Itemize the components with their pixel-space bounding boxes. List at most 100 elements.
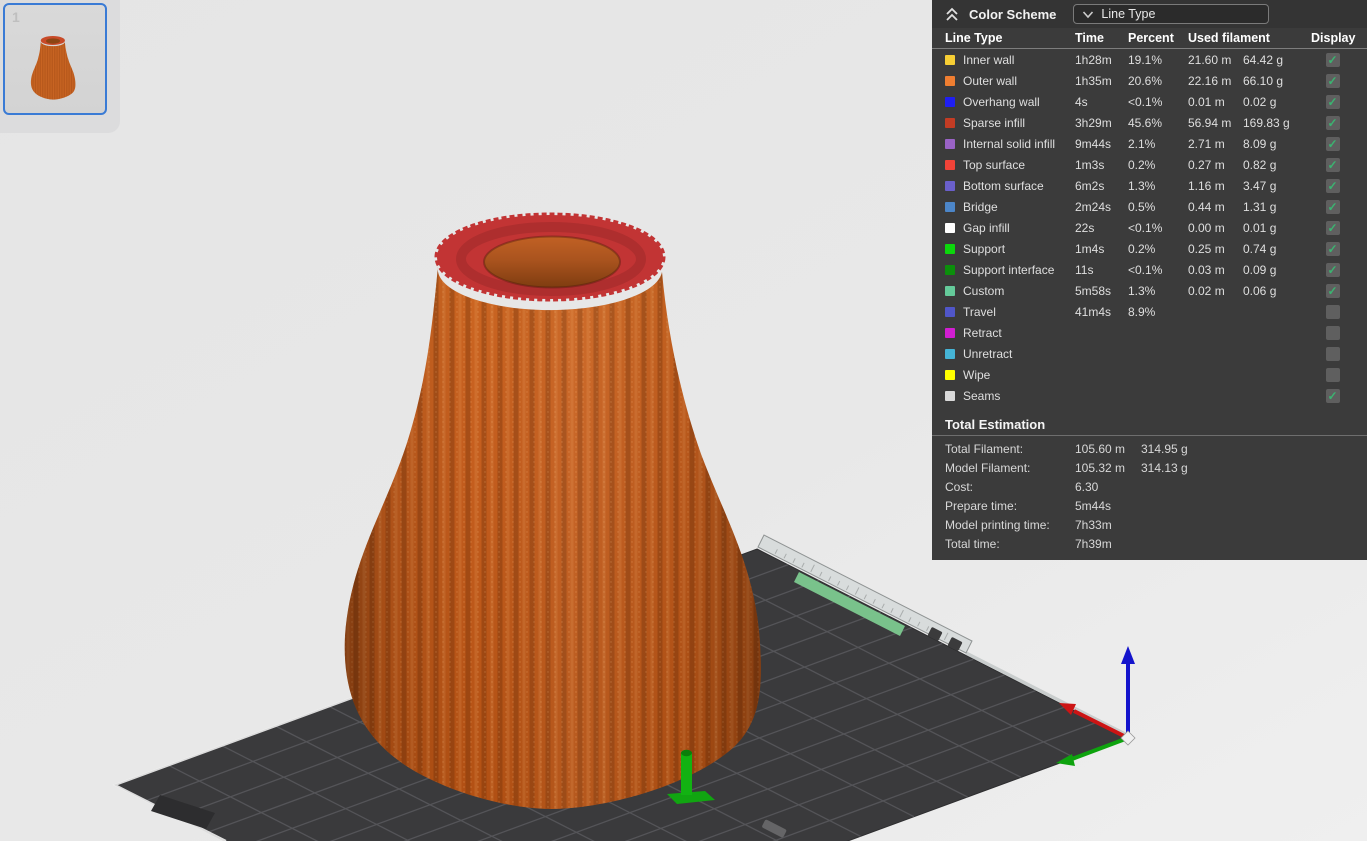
display-toggle-checkbox[interactable]: ✓ <box>1325 94 1340 109</box>
line-type-label: Sparse infill <box>963 115 1026 130</box>
line-type-color-swatch <box>945 306 955 317</box>
legend-table-header: Line Type Time Percent Used filament Dis… <box>932 28 1367 49</box>
total-value: 5m44s <box>1075 498 1112 513</box>
display-toggle-checkbox[interactable]: ✓ <box>1325 241 1340 256</box>
display-toggle-checkbox[interactable]: ✓ <box>1325 115 1340 130</box>
column-header-time: Time <box>1075 31 1104 45</box>
display-toggle-checkbox[interactable] <box>1325 346 1340 361</box>
used-filament-weight: 0.82 g <box>1243 157 1277 172</box>
used-filament-length: 0.00 m <box>1188 220 1225 235</box>
line-type-color-swatch <box>945 243 955 254</box>
used-filament-weight: 0.74 g <box>1243 241 1277 256</box>
line-type-color-swatch <box>945 369 955 380</box>
line-type-label: Unretract <box>963 346 1013 361</box>
total-value: 105.60 m <box>1075 441 1126 456</box>
display-toggle-checkbox[interactable]: ✓ <box>1325 73 1340 88</box>
display-toggle-checkbox[interactable]: ✓ <box>1325 199 1340 214</box>
plate-thumbnail[interactable]: 1 <box>3 3 107 115</box>
line-type-label: Inner wall <box>963 52 1015 67</box>
display-toggle-checkbox[interactable] <box>1325 304 1340 319</box>
line-type-label: Bridge <box>963 199 998 214</box>
used-filament-length: 0.01 m <box>1188 94 1225 109</box>
percent-value: 20.6% <box>1128 73 1163 88</box>
display-toggle-checkbox[interactable]: ✓ <box>1325 52 1340 67</box>
line-type-row: Support interface 11s <0.1% 0.03 m 0.09 g ✓ <box>932 259 1367 280</box>
total-estimation-row: Prepare time: 5m44s <box>945 496 1354 515</box>
display-toggle-checkbox[interactable]: ✓ <box>1325 388 1340 403</box>
total-estimation-row: Model printing time: 7h33m <box>945 515 1354 534</box>
view-mode-dropdown[interactable]: Line Type <box>1073 4 1270 24</box>
line-type-color-swatch <box>945 201 955 212</box>
line-type-row: Gap infill 22s <0.1% 0.00 m 0.01 g ✓ <box>932 217 1367 238</box>
time-value: 1m4s <box>1075 241 1105 256</box>
percent-value: 8.9% <box>1128 304 1156 319</box>
used-filament-length: 0.44 m <box>1188 199 1225 214</box>
view-mode-value: Line Type <box>1101 7 1156 21</box>
panel-title: Color Scheme <box>969 6 1057 22</box>
time-value: 11s <box>1075 262 1094 277</box>
divider <box>932 435 1367 436</box>
line-type-row: Inner wall 1h28m 19.1% 21.60 m 64.42 g ✓ <box>932 49 1367 70</box>
sliced-model-vase[interactable] <box>344 212 761 809</box>
percent-value: 0.2% <box>1128 157 1156 172</box>
line-type-row: Internal solid infill 9m44s 2.1% 2.71 m 8.09… <box>932 133 1367 154</box>
line-type-color-swatch <box>945 327 955 338</box>
column-header-percent: Percent <box>1128 31 1174 45</box>
line-type-row: Support 1m4s 0.2% 0.25 m 0.74 g ✓ <box>932 238 1367 259</box>
total-value-2: 314.95 g <box>1141 441 1188 456</box>
line-type-color-swatch <box>945 222 955 233</box>
line-type-label: Retract <box>963 325 1002 340</box>
line-type-label: Support interface <box>963 262 1055 277</box>
line-type-color-swatch <box>945 180 955 191</box>
display-toggle-checkbox[interactable] <box>1325 367 1340 382</box>
column-header-line-type: Line Type <box>945 31 1003 45</box>
line-type-row: Retract <box>932 322 1367 343</box>
total-value: 7h39m <box>1075 536 1112 551</box>
total-estimation-row: Cost: 6.30 <box>945 477 1354 496</box>
display-toggle-checkbox[interactable]: ✓ <box>1325 178 1340 193</box>
time-value: 41m4s <box>1075 304 1112 319</box>
line-type-row: Sparse infill 3h29m 45.6% 56.94 m 169.83 g ✓ <box>932 112 1367 133</box>
total-estimation-section: Total Estimation Total Filament: 105.60 m… <box>932 413 1367 553</box>
display-toggle-checkbox[interactable]: ✓ <box>1325 283 1340 298</box>
line-type-label: Support <box>963 241 1006 256</box>
percent-value: 1.3% <box>1128 283 1156 298</box>
used-filament-weight: 0.02 g <box>1243 94 1277 109</box>
panel-topbar: Color Scheme Line Type <box>932 0 1367 28</box>
collapse-panel-icon[interactable] <box>944 6 960 22</box>
line-type-label: Bottom surface <box>963 178 1044 193</box>
time-value: 1h35m <box>1075 73 1112 88</box>
display-toggle-checkbox[interactable]: ✓ <box>1325 262 1340 277</box>
column-header-used-filament: Used filament <box>1188 31 1270 45</box>
percent-value: 2.1% <box>1128 136 1156 151</box>
used-filament-length: 0.25 m <box>1188 241 1225 256</box>
color-scheme-panel: Color Scheme Line Type Line Type Time Pe… <box>932 0 1367 560</box>
line-type-row: Top surface 1m3s 0.2% 0.27 m 0.82 g ✓ <box>932 154 1367 175</box>
percent-value: 19.1% <box>1128 52 1163 67</box>
total-label: Total time: <box>945 536 1000 551</box>
display-toggle-checkbox[interactable]: ✓ <box>1325 136 1340 151</box>
plate-thumbnail-preview <box>30 36 76 100</box>
used-filament-weight: 66.10 g <box>1243 73 1284 88</box>
total-label: Model printing time: <box>945 517 1050 532</box>
percent-value: <0.1% <box>1128 220 1163 235</box>
total-label: Cost: <box>945 479 974 494</box>
percent-value: <0.1% <box>1128 94 1163 109</box>
line-type-color-swatch <box>945 264 955 275</box>
line-type-label: Overhang wall <box>963 94 1040 109</box>
total-estimation-row: Total Filament: 105.60 m 314.95 g <box>945 439 1354 458</box>
line-type-row: Bridge 2m24s 0.5% 0.44 m 1.31 g ✓ <box>932 196 1367 217</box>
total-label: Total Filament: <box>945 441 1024 456</box>
total-estimation-row: Total time: 7h39m <box>945 534 1354 553</box>
line-type-row: Travel 41m4s 8.9% <box>932 301 1367 322</box>
line-type-label: Gap infill <box>963 220 1010 235</box>
time-value: 2m24s <box>1075 199 1112 214</box>
line-type-label: Top surface <box>963 157 1026 172</box>
line-type-color-swatch <box>945 75 955 86</box>
total-estimation-row: Model Filament: 105.32 m 314.13 g <box>945 458 1354 477</box>
used-filament-length: 0.02 m <box>1188 283 1225 298</box>
display-toggle-checkbox[interactable] <box>1325 325 1340 340</box>
display-toggle-checkbox[interactable]: ✓ <box>1325 220 1340 235</box>
display-toggle-checkbox[interactable]: ✓ <box>1325 157 1340 172</box>
line-type-label: Seams <box>963 388 1001 403</box>
